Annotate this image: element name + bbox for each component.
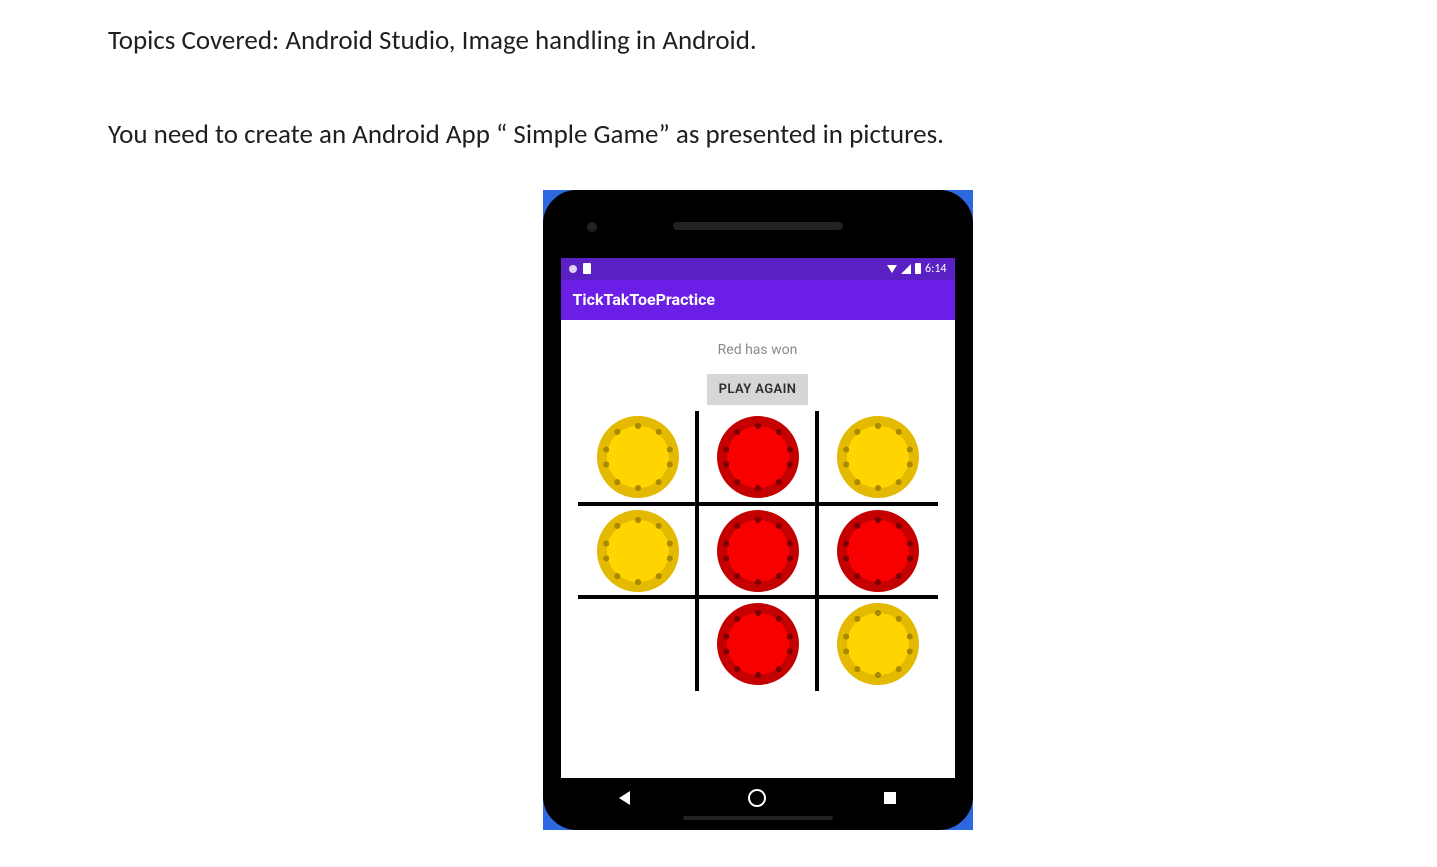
app-body: Red has won PLAY AGAIN: [561, 320, 955, 778]
yellow-chip-icon: [837, 416, 919, 498]
board-cell-2-1[interactable]: [698, 597, 818, 690]
grid-line-horizontal-1: [578, 502, 938, 506]
topics-line: Topics Covered: Android Studio, Image ha…: [108, 22, 1407, 60]
instruction-line: You need to create an Android App “ Simp…: [108, 116, 1407, 154]
red-chip-icon: [717, 603, 799, 685]
grid-line-vertical-1: [695, 411, 699, 691]
board-cell-1-1[interactable]: [698, 504, 818, 597]
android-status-bar: 6:14: [561, 258, 955, 280]
status-right-icons: 6:14: [887, 262, 946, 276]
nav-back-icon[interactable]: [619, 791, 630, 805]
board-cell-1-0[interactable]: [578, 504, 698, 597]
notification-box-icon: [583, 263, 591, 274]
play-again-button[interactable]: PLAY AGAIN: [707, 374, 809, 405]
signal-icon: [901, 264, 911, 274]
wifi-icon: [887, 265, 897, 273]
board-cell-0-1[interactable]: [698, 411, 818, 504]
battery-icon: [915, 263, 921, 274]
yellow-chip-icon: [597, 416, 679, 498]
grid-line-vertical-2: [815, 411, 819, 691]
paragraph-gap: [108, 64, 1407, 112]
phone-backdrop: 6:14 TickTakToePractice Red has won PLAY…: [543, 190, 973, 830]
red-chip-icon: [717, 510, 799, 592]
phone-frame: 6:14 TickTakToePractice Red has won PLAY…: [543, 190, 973, 830]
board-cell-2-0[interactable]: [578, 597, 698, 690]
document-page: Topics Covered: Android Studio, Image ha…: [0, 0, 1437, 860]
bottom-speaker-icon: [683, 816, 833, 820]
red-chip-icon: [837, 510, 919, 592]
yellow-chip-icon: [837, 603, 919, 685]
app-title: TickTakToePractice: [573, 290, 716, 309]
grid-line-horizontal-2: [578, 595, 938, 599]
yellow-chip-icon: [597, 510, 679, 592]
status-time: 6:14: [925, 262, 946, 276]
board-cell-1-2[interactable]: [818, 504, 938, 597]
phone-top-bezel: [551, 198, 965, 254]
earpiece-speaker-icon: [673, 222, 843, 230]
board-cell-2-2[interactable]: [818, 597, 938, 690]
nav-home-icon[interactable]: [748, 789, 766, 807]
red-chip-icon: [717, 416, 799, 498]
phone-screen: 6:14 TickTakToePractice Red has won PLAY…: [561, 258, 955, 778]
nav-recent-icon[interactable]: [884, 792, 896, 804]
status-left-icons: [569, 263, 591, 274]
board-cell-0-2[interactable]: [818, 411, 938, 504]
board-cell-0-0[interactable]: [578, 411, 698, 504]
notification-dot-icon: [569, 265, 577, 273]
front-camera-icon: [587, 222, 597, 232]
tictactoe-board: [578, 411, 938, 691]
game-status-text: Red has won: [718, 342, 798, 358]
app-title-bar: TickTakToePractice: [561, 280, 955, 320]
phone-figure: 6:14 TickTakToePractice Red has won PLAY…: [108, 190, 1407, 830]
android-nav-bar: [561, 782, 955, 814]
